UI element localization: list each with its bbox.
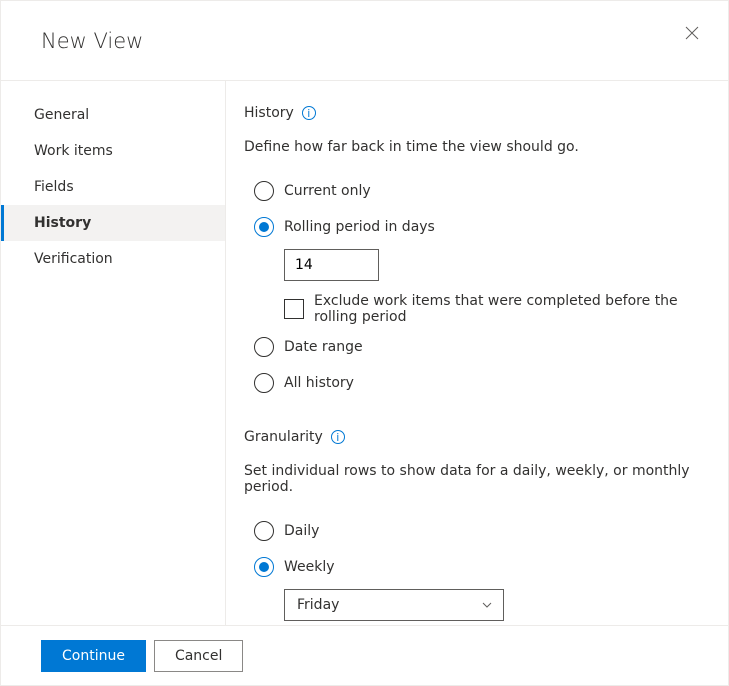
radio-icon <box>254 557 274 577</box>
radio-label: Current only <box>284 183 371 199</box>
radio-dot-icon <box>259 222 269 232</box>
select-value: Friday <box>297 597 339 613</box>
info-icon[interactable]: i <box>302 106 316 120</box>
sidebar-item-label: History <box>34 215 91 231</box>
sidebar-item-verification[interactable]: Verification <box>1 241 225 277</box>
history-heading: History <box>244 105 294 121</box>
checkbox-label: Exclude work items that were completed b… <box>314 293 710 325</box>
sidebar-item-fields[interactable]: Fields <box>1 169 225 205</box>
sidebar-item-label: Work items <box>34 143 113 159</box>
sidebar-item-label: Fields <box>34 179 74 195</box>
weekly-day-select[interactable]: Friday <box>284 589 504 621</box>
granularity-heading-row: Granularity i <box>244 429 710 445</box>
radio-icon <box>254 337 274 357</box>
radio-label: Daily <box>284 523 319 539</box>
rolling-period-details: Exclude work items that were completed b… <box>284 249 710 325</box>
sidebar-item-history[interactable]: History <box>1 205 225 241</box>
weekly-details: Friday <box>284 589 710 621</box>
new-view-dialog: New View General Work items Fields Histo… <box>0 0 729 686</box>
checkbox-icon <box>284 299 304 319</box>
radio-label: Rolling period in days <box>284 219 435 235</box>
info-icon[interactable]: i <box>331 430 345 444</box>
dialog-footer: Continue Cancel <box>1 625 728 685</box>
sidebar: General Work items Fields History Verifi… <box>1 81 226 625</box>
radio-rolling-period[interactable]: Rolling period in days <box>244 209 710 245</box>
sidebar-item-work-items[interactable]: Work items <box>1 133 225 169</box>
sidebar-item-label: General <box>34 107 89 123</box>
close-button[interactable] <box>676 17 708 49</box>
radio-label: All history <box>284 375 354 391</box>
radio-date-range[interactable]: Date range <box>244 329 710 365</box>
radio-all-history[interactable]: All history <box>244 365 710 401</box>
rolling-days-input[interactable] <box>284 249 379 281</box>
sidebar-item-label: Verification <box>34 251 113 267</box>
cancel-button[interactable]: Cancel <box>154 640 243 672</box>
dialog-body: General Work items Fields History Verifi… <box>1 81 728 625</box>
radio-current-only[interactable]: Current only <box>244 173 710 209</box>
chevron-down-icon <box>481 599 493 611</box>
sidebar-item-general[interactable]: General <box>1 97 225 133</box>
exclude-checkbox-row[interactable]: Exclude work items that were completed b… <box>284 293 710 325</box>
radio-icon <box>254 521 274 541</box>
dialog-title: New View <box>41 29 143 53</box>
content-panel: History i Define how far back in time th… <box>226 81 728 625</box>
radio-icon <box>254 373 274 393</box>
radio-icon <box>254 181 274 201</box>
radio-weekly[interactable]: Weekly <box>244 549 710 585</box>
history-heading-row: History i <box>244 105 710 121</box>
radio-icon <box>254 217 274 237</box>
dialog-header: New View <box>1 1 728 81</box>
history-description: Define how far back in time the view sho… <box>244 139 710 155</box>
continue-button[interactable]: Continue <box>41 640 146 672</box>
radio-dot-icon <box>259 562 269 572</box>
radio-label: Date range <box>284 339 363 355</box>
radio-label: Weekly <box>284 559 335 575</box>
radio-daily[interactable]: Daily <box>244 513 710 549</box>
granularity-heading: Granularity <box>244 429 323 445</box>
close-icon <box>685 26 699 40</box>
granularity-description: Set individual rows to show data for a d… <box>244 463 710 495</box>
